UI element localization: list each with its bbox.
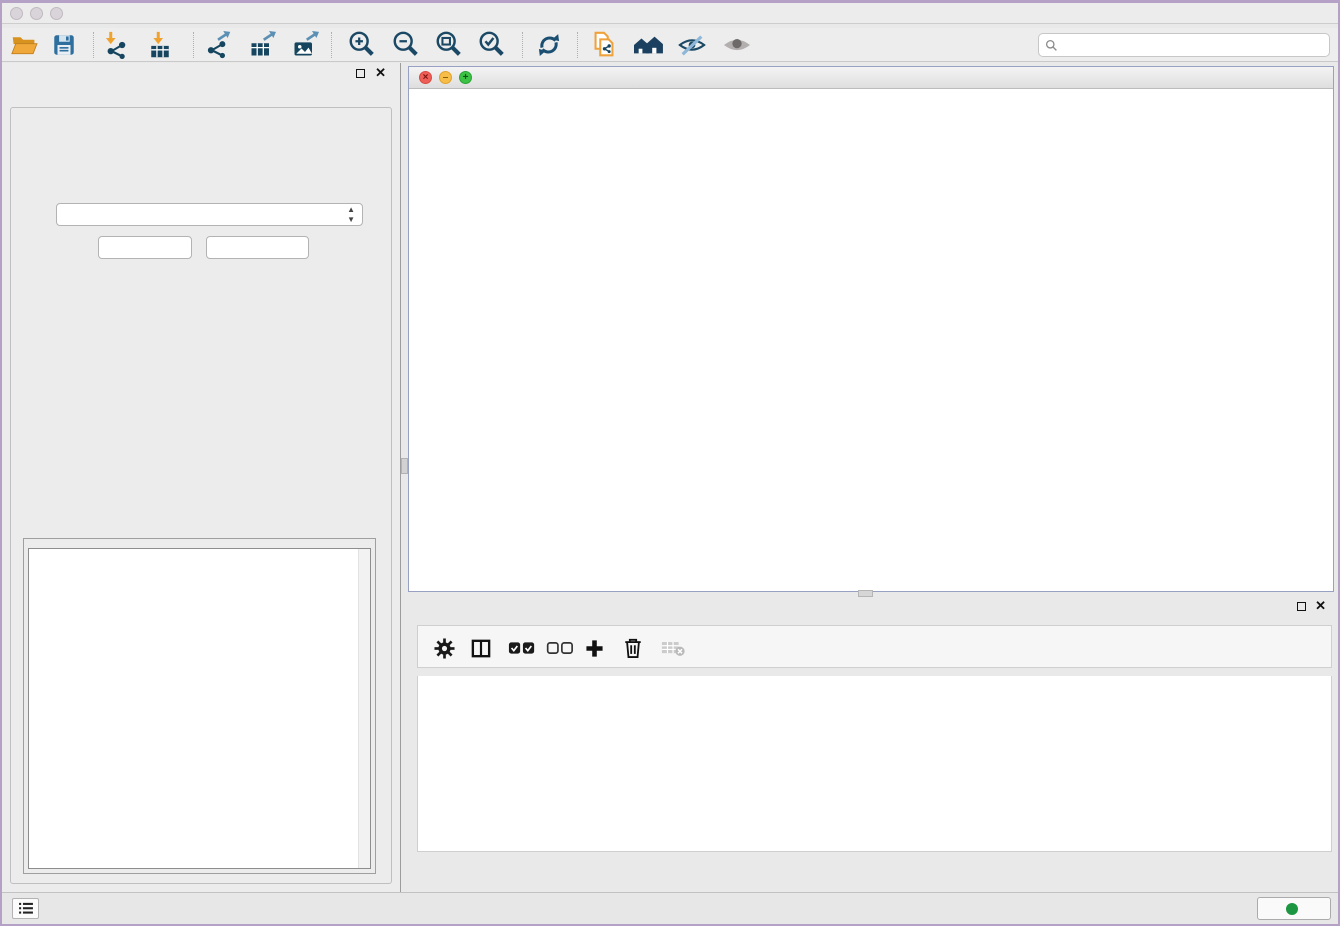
save-floppy-icon[interactable] <box>48 30 80 60</box>
zoom-out-icon[interactable] <box>390 30 422 60</box>
network-window-titlebar[interactable]: × – + <box>409 67 1333 89</box>
table-toolbar <box>417 625 1332 668</box>
status-bar <box>0 892 1340 924</box>
import-network-icon[interactable] <box>100 30 132 60</box>
gear-icon[interactable] <box>434 634 455 662</box>
refresh-icon[interactable] <box>533 30 565 60</box>
minimize-window-button[interactable] <box>30 7 43 20</box>
mcds-result-group <box>23 538 376 874</box>
close-panel-icon[interactable]: ✕ <box>375 65 386 81</box>
list-icon <box>18 902 34 915</box>
memory-button[interactable] <box>1257 897 1331 920</box>
close-view-icon[interactable]: × <box>419 71 432 84</box>
maximize-window-button[interactable] <box>50 7 63 20</box>
toolbar-separator <box>93 32 94 58</box>
table-panel: ✕ <box>408 596 1338 892</box>
control-panel: ✕ ▲▼ <box>2 63 400 892</box>
close-panel-button[interactable] <box>206 236 309 259</box>
network-canvas[interactable] <box>409 89 1333 591</box>
deselect-all-icon[interactable] <box>546 634 574 662</box>
eye-slash-icon[interactable] <box>676 30 708 60</box>
scrollbar-track[interactable] <box>358 549 370 868</box>
delete-table-icon[interactable] <box>661 634 686 662</box>
export-image-icon[interactable] <box>289 30 321 60</box>
open-folder-icon[interactable] <box>8 30 40 60</box>
float-panel-icon[interactable] <box>356 69 365 78</box>
trash-icon[interactable] <box>623 634 643 662</box>
zoom-selected-icon[interactable] <box>476 30 508 60</box>
toolbar-separator <box>331 32 332 58</box>
mcds-result-list[interactable] <box>28 548 371 869</box>
search-icon <box>1045 39 1058 52</box>
toolbar-separator <box>522 32 523 58</box>
float-table-panel-icon[interactable] <box>1297 602 1306 611</box>
import-table-icon[interactable] <box>144 30 176 60</box>
criterion-dropdown[interactable]: ▲▼ <box>56 203 363 226</box>
run-mcds-button[interactable] <box>98 236 192 259</box>
add-column-icon[interactable] <box>585 634 604 662</box>
eye-icon[interactable] <box>721 30 753 60</box>
main-toolbar <box>0 28 1340 62</box>
select-all-icon[interactable] <box>508 634 536 662</box>
close-table-panel-icon[interactable]: ✕ <box>1315 598 1326 614</box>
mcds-tab-content: ▲▼ <box>10 107 392 884</box>
houses-icon[interactable] <box>632 30 664 60</box>
task-history-button[interactable] <box>12 898 39 919</box>
search-field[interactable] <box>1038 33 1330 57</box>
toolbar-separator <box>577 32 578 58</box>
duplicate-network-icon[interactable] <box>588 30 620 60</box>
memory-status-icon <box>1286 903 1298 915</box>
node-table <box>417 676 1332 852</box>
fit-content-icon[interactable] <box>433 30 465 60</box>
vertical-splitter[interactable] <box>400 63 408 892</box>
horizontal-splitter-handle[interactable] <box>858 590 873 597</box>
search-input[interactable] <box>1062 38 1329 52</box>
dropdown-stepper-icon: ▲▼ <box>347 205 355 225</box>
minimize-view-icon[interactable]: – <box>439 71 452 84</box>
maximize-view-icon[interactable]: + <box>459 71 472 84</box>
column-browser-icon[interactable] <box>471 634 491 662</box>
zoom-in-icon[interactable] <box>346 30 378 60</box>
close-window-button[interactable] <box>10 7 23 20</box>
export-table-icon[interactable] <box>246 30 278 60</box>
export-network-icon[interactable] <box>202 30 234 60</box>
splitter-handle[interactable] <box>401 458 408 474</box>
window-titlebar <box>0 0 1340 24</box>
network-graph[interactable] <box>409 89 1333 591</box>
toolbar-separator <box>193 32 194 58</box>
network-view-window: × – + <box>408 66 1334 592</box>
